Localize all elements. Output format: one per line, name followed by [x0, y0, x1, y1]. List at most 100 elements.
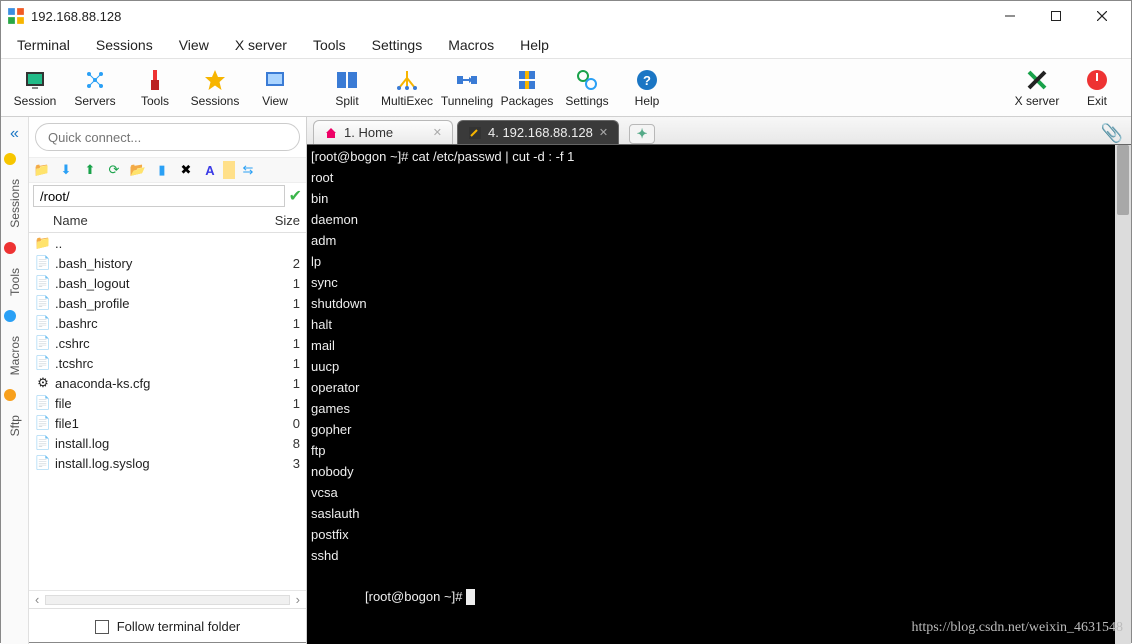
menu-x-server[interactable]: X server	[223, 33, 299, 57]
file-size: 0	[260, 416, 300, 431]
font-icon[interactable]: A	[199, 159, 221, 181]
column-name[interactable]: Name	[53, 213, 260, 228]
column-size[interactable]: Size	[260, 213, 300, 228]
file-size: 1	[260, 336, 300, 351]
file-list-header[interactable]: Name Size	[29, 209, 306, 233]
file-name: file	[55, 396, 260, 411]
terminal-scrollbar[interactable]	[1115, 145, 1131, 644]
file-row[interactable]: ⚙anaconda-ks.cfg1	[29, 373, 306, 393]
file-row[interactable]: 📄.bash_logout1	[29, 273, 306, 293]
menu-sessions[interactable]: Sessions	[84, 33, 165, 57]
quick-connect-input[interactable]	[35, 123, 300, 151]
file-row[interactable]: 📄file10	[29, 413, 306, 433]
star-icon	[203, 68, 227, 92]
path-input[interactable]	[33, 185, 285, 207]
file-row[interactable]: 📄.bashrc1	[29, 313, 306, 333]
toolbar-view[interactable]: View	[245, 61, 305, 115]
file-name: .bash_profile	[55, 296, 260, 311]
follow-terminal-row[interactable]: Follow terminal folder	[29, 608, 306, 644]
toolbar-settings[interactable]: Settings	[557, 61, 617, 115]
toolbar-help[interactable]: ?Help	[617, 61, 677, 115]
tab-close-icon[interactable]: ✕	[599, 126, 608, 139]
toolbar-packages[interactable]: Packages	[497, 61, 557, 115]
toolbar-tools[interactable]: Tools	[125, 61, 185, 115]
menu-terminal[interactable]: Terminal	[5, 33, 82, 57]
toolbar-x-server[interactable]: X server	[1007, 61, 1067, 115]
menu-view[interactable]: View	[167, 33, 221, 57]
file-row[interactable]: 📄install.log.syslog3	[29, 453, 306, 473]
upload-icon[interactable]: ⬆	[79, 159, 101, 181]
toolbar-tunneling[interactable]: Tunneling	[437, 61, 497, 115]
side-tab-sftp[interactable]: Sftp	[4, 405, 26, 446]
delete-icon[interactable]: ✖	[175, 159, 197, 181]
file-row[interactable]: 📄.bash_profile1	[29, 293, 306, 313]
tab-label: 1. Home	[344, 125, 393, 140]
toolbar-session[interactable]: Session	[5, 61, 65, 115]
follow-label: Follow terminal folder	[117, 619, 241, 634]
view-icon	[263, 68, 287, 92]
side-strip: « Sessions Tools Macros Sftp	[1, 117, 29, 644]
home-icon	[324, 126, 338, 140]
menu-macros[interactable]: Macros	[436, 33, 506, 57]
file-list[interactable]: 📁..📄.bash_history2📄.bash_logout1📄.bash_p…	[29, 233, 306, 590]
menubar: TerminalSessionsViewX serverToolsSetting…	[1, 31, 1131, 59]
folder-icon[interactable]: 📁	[31, 159, 53, 181]
file-size: 1	[260, 276, 300, 291]
window-controls	[987, 1, 1125, 31]
tunnel-icon	[455, 68, 479, 92]
side-tab-sessions[interactable]: Sessions	[4, 169, 26, 238]
file-name: .bash_history	[55, 256, 260, 271]
toolbar-split[interactable]: Split	[317, 61, 377, 115]
menu-tools[interactable]: Tools	[301, 33, 358, 57]
file-name: .cshrc	[55, 336, 260, 351]
toggle-icon[interactable]: ⇆	[237, 159, 259, 181]
side-tab-macros[interactable]: Macros	[4, 326, 26, 385]
horizontal-scrollbar[interactable]: ‹›	[29, 590, 306, 608]
tab-bar: 1. Home✕4. 192.168.88.128✕✦📎	[307, 117, 1131, 145]
file-icon: 📁	[35, 235, 51, 251]
svg-text:?: ?	[643, 73, 651, 88]
follow-checkbox[interactable]	[95, 620, 109, 634]
new-tab-button[interactable]: ✦	[629, 124, 655, 144]
file-row[interactable]: 📄file1	[29, 393, 306, 413]
terminal-cursor	[466, 589, 475, 605]
file-row[interactable]: 📄.tcshrc1	[29, 353, 306, 373]
file-icon: 📄	[35, 435, 51, 451]
file-size: 3	[260, 456, 300, 471]
side-tab-tools[interactable]: Tools	[4, 258, 26, 306]
exit-icon	[1085, 68, 1109, 92]
toolbar-multiexec[interactable]: MultiExec	[377, 61, 437, 115]
file-name: .bash_logout	[55, 276, 260, 291]
toolbar-servers[interactable]: Servers	[65, 61, 125, 115]
file-row[interactable]: 📄.bash_history2	[29, 253, 306, 273]
tab-close-icon[interactable]: ✕	[433, 126, 442, 139]
menu-help[interactable]: Help	[508, 33, 561, 57]
close-button[interactable]	[1079, 1, 1125, 31]
paperclip-icon[interactable]: 📎	[1101, 123, 1123, 144]
tab-1-home[interactable]: 1. Home ✕	[313, 120, 453, 144]
toolbar-sessions[interactable]: Sessions	[185, 61, 245, 115]
xserver-icon	[1025, 68, 1049, 92]
new-folder-icon[interactable]: 📂	[127, 159, 149, 181]
tab-4-192-168-88-128[interactable]: 4. 192.168.88.128✕	[457, 120, 619, 144]
maximize-button[interactable]	[1033, 1, 1079, 31]
highlight-icon[interactable]	[223, 161, 235, 179]
file-icon: 📄	[35, 295, 51, 311]
file-row[interactable]: 📄install.log8	[29, 433, 306, 453]
toolbar-exit[interactable]: Exit	[1067, 61, 1127, 115]
file-icon: 📄	[35, 315, 51, 331]
download-icon[interactable]: ⬇	[55, 159, 77, 181]
main-area: 1. Home✕4. 192.168.88.128✕✦📎 [root@bogon…	[307, 117, 1131, 644]
file-row[interactable]: 📁..	[29, 233, 306, 253]
wrench-icon	[468, 126, 482, 140]
file-icon[interactable]: ▮	[151, 159, 173, 181]
menu-settings[interactable]: Settings	[360, 33, 435, 57]
refresh-icon[interactable]: ⟳	[103, 159, 125, 181]
sftp-panel: 📁 ⬇ ⬆ ⟳ 📂 ▮ ✖ A ⇆ ✔ Name Size 📁..📄.bash_…	[29, 117, 307, 644]
collapse-left-icon[interactable]: «	[10, 119, 19, 149]
minimize-button[interactable]	[987, 1, 1033, 31]
file-row[interactable]: 📄.cshrc1	[29, 333, 306, 353]
file-name: anaconda-ks.cfg	[55, 376, 260, 391]
terminal[interactable]: [root@bogon ~]# cat /etc/passwd | cut -d…	[307, 145, 1131, 644]
sftp-toolbar: 📁 ⬇ ⬆ ⟳ 📂 ▮ ✖ A ⇆	[29, 157, 306, 183]
